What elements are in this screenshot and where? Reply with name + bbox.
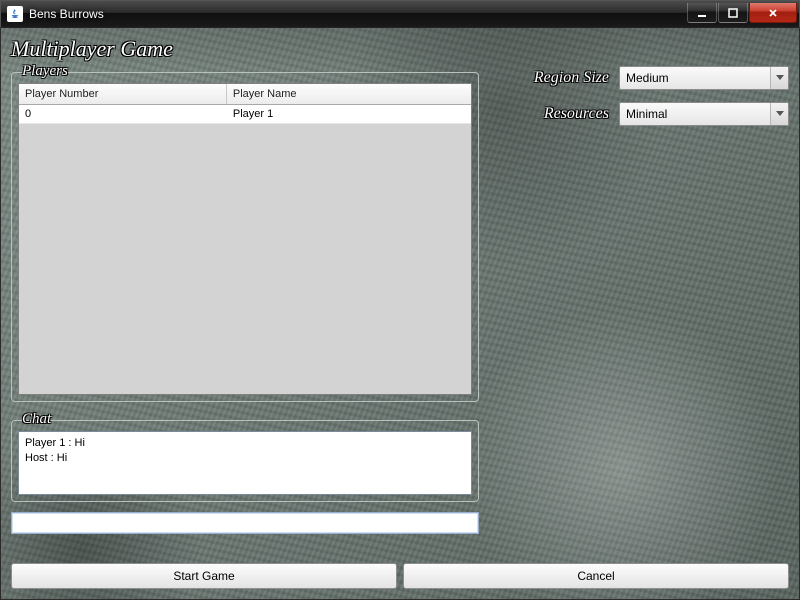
client-area: Multiplayer Game Players Player Number P…: [0, 28, 800, 600]
resources-value: Minimal: [626, 107, 667, 121]
window-title: Bens Burrows: [29, 7, 104, 21]
players-table[interactable]: Player Number Player Name 0 Player 1: [18, 83, 472, 395]
setting-region-size: Region Size Medium: [491, 66, 789, 90]
resources-select[interactable]: Minimal: [619, 102, 789, 126]
chevron-down-icon: [770, 103, 788, 125]
chat-group: Chat Player 1 : Hi Host : Hi: [11, 420, 479, 502]
region-size-value: Medium: [626, 71, 669, 85]
region-size-select[interactable]: Medium: [619, 66, 789, 90]
right-column: Region Size Medium Resources Minimal: [491, 64, 789, 557]
chat-input[interactable]: [11, 512, 479, 534]
minimize-button[interactable]: [687, 3, 717, 23]
maximize-button[interactable]: [718, 3, 748, 23]
resources-label: Resources: [544, 105, 609, 123]
players-group: Players Player Number Player Name 0 Play…: [11, 72, 479, 402]
chevron-down-icon: [770, 67, 788, 89]
players-table-header: Player Number Player Name: [19, 84, 471, 105]
main-row: Players Player Number Player Name 0 Play…: [11, 64, 789, 557]
column-player-number[interactable]: Player Number: [19, 84, 227, 104]
players-group-label: Players: [20, 63, 70, 80]
chat-group-label: Chat: [20, 411, 53, 428]
cell-player-name: Player 1: [227, 105, 471, 123]
titlebar[interactable]: Bens Burrows: [0, 0, 800, 28]
table-row[interactable]: 0 Player 1: [19, 105, 471, 124]
app-window: Bens Burrows Multiplayer Game Players Pl…: [0, 0, 800, 600]
chat-message: Host : Hi: [25, 451, 465, 466]
region-size-label: Region Size: [534, 69, 609, 87]
window-controls: [686, 3, 797, 23]
titlebar-left: Bens Burrows: [1, 6, 104, 22]
cancel-button[interactable]: Cancel: [403, 563, 789, 589]
setting-resources: Resources Minimal: [491, 102, 789, 126]
left-column: Players Player Number Player Name 0 Play…: [11, 64, 479, 557]
chat-message: Player 1 : Hi: [25, 436, 465, 451]
close-button[interactable]: [749, 3, 797, 23]
page-title: Multiplayer Game: [11, 36, 789, 62]
cell-player-number: 0: [19, 105, 227, 123]
java-icon: [7, 6, 23, 22]
start-game-button[interactable]: Start Game: [11, 563, 397, 589]
chat-log[interactable]: Player 1 : Hi Host : Hi: [18, 431, 472, 495]
column-player-name[interactable]: Player Name: [227, 84, 471, 104]
buttons-row: Start Game Cancel: [11, 563, 789, 589]
